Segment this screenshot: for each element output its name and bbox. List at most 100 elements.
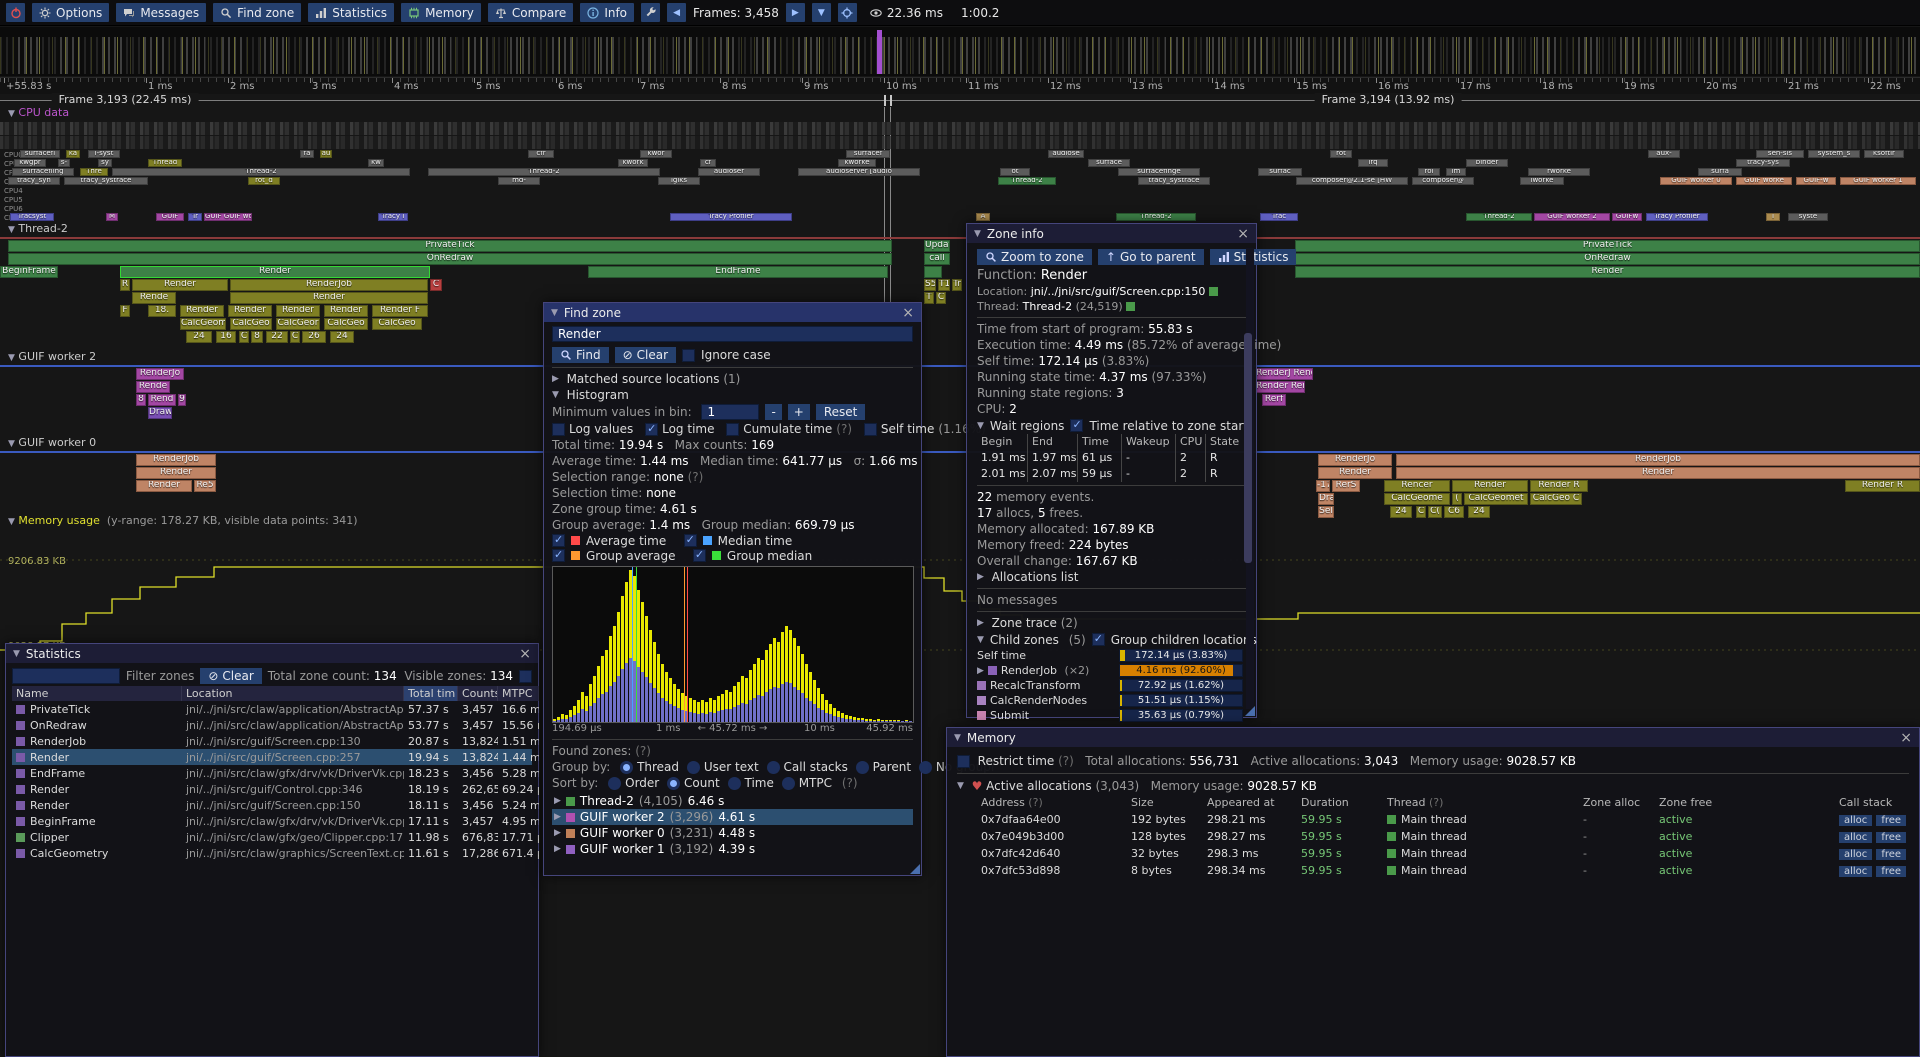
- timeline-zone[interactable]: RenderJob: [136, 454, 216, 466]
- timeline-zone[interactable]: lgiks: [658, 177, 700, 185]
- close-icon[interactable]: ×: [1900, 731, 1912, 745]
- timeline-zone[interactable]: system_s: [1808, 150, 1860, 158]
- memory-window-titlebar[interactable]: ▼ Memory ×: [947, 728, 1919, 747]
- statistics-row[interactable]: Renderjni/../jni/src/guif/Screen.cpp:150…: [12, 797, 532, 813]
- timeline-zone[interactable]: PrivateTick: [1295, 240, 1920, 252]
- timeline-zone[interactable]: C(: [1428, 506, 1442, 518]
- timeline-zone[interactable]: C: [430, 279, 442, 291]
- timeline-zone[interactable]: s-: [58, 159, 70, 167]
- timeline-zone[interactable]: R: [120, 279, 130, 291]
- timeline-zone[interactable]: GUIF GUIF wor: [204, 213, 252, 221]
- timeline-zone[interactable]: 9: [178, 394, 186, 406]
- child-zone-row[interactable]: ▶RenderJob (×2)4.16 ms (92.60%): [977, 663, 1246, 678]
- memory-usage-graph[interactable]: [0, 528, 1920, 660]
- timeline-zone[interactable]: surfa: [1698, 168, 1742, 176]
- timeline-zone[interactable]: Dra: [1318, 493, 1334, 505]
- find-zone-button[interactable]: Find zone: [213, 3, 301, 22]
- timeline-zone[interactable]: Rende: [132, 292, 176, 304]
- memory-column-header[interactable]: Duration: [1301, 796, 1387, 809]
- timeline-zone[interactable]: kworke: [838, 159, 876, 167]
- timeline-zone[interactable]: ka: [66, 150, 80, 158]
- bin-plus-button[interactable]: +: [788, 404, 810, 420]
- statistics-row[interactable]: OnRedrawjni/../jni/src/claw/application/…: [12, 717, 532, 733]
- statistics-column-header[interactable]: MTPC: [498, 686, 539, 701]
- histogram-tree[interactable]: ▼ Histogram: [552, 387, 913, 403]
- timeline-zone[interactable]: i-syst: [88, 150, 120, 158]
- clear-button[interactable]: ⊘Clear: [615, 347, 676, 363]
- timeline-zone[interactable]: kwork: [618, 159, 648, 167]
- timeline-zone[interactable]: composer@2.1-se [HW: [1296, 177, 1408, 185]
- resize-grip[interactable]: [910, 864, 920, 874]
- time-ruler[interactable]: +55.83 s1 ms2 ms3 ms4 ms5 ms6 ms7 ms8 ms…: [0, 77, 1920, 94]
- clear-filter-button[interactable]: ⊘Clear: [200, 668, 261, 684]
- found-zone-group[interactable]: ▶GUIF worker 0(3,231)4.48 s: [552, 825, 913, 841]
- timeline-zone[interactable]: 16: [216, 331, 236, 343]
- radio-user-text[interactable]: User text: [687, 760, 763, 774]
- timeline-zone[interactable]: RenderJ Rend: [1255, 368, 1313, 380]
- timeline-zone[interactable]: 22: [266, 331, 288, 343]
- timeline-zone[interactable]: kw: [368, 159, 384, 167]
- timeline-zone[interactable]: S5: [924, 279, 936, 291]
- timeline-zone[interactable]: Render: [324, 305, 368, 317]
- timeline-zone[interactable]: call: [924, 253, 950, 265]
- timeline-zone[interactable]: CalcGeo: [372, 318, 422, 330]
- timeline-zone[interactable]: 26: [302, 331, 326, 343]
- timeline-zone[interactable]: M: [106, 213, 118, 221]
- statistics-table-header[interactable]: NameLocationTotal timCountsMTPC: [12, 685, 532, 701]
- wait-column-header[interactable]: State: [1205, 434, 1241, 450]
- memory-column-header[interactable]: Address (?): [981, 796, 1131, 809]
- timeline-zone[interactable]: rworke: [1528, 168, 1590, 176]
- close-icon[interactable]: ×: [519, 647, 531, 661]
- timeline-zone[interactable]: Render F: [372, 305, 428, 317]
- timeline-zone[interactable]: surfacefl: [20, 150, 60, 158]
- timeline-zone[interactable]: C6: [1444, 506, 1464, 518]
- radio-order[interactable]: Order: [608, 776, 663, 790]
- timeline-zone[interactable]: iworke: [1520, 177, 1564, 185]
- timeline-zone[interactable]: sen-sis: [1756, 150, 1804, 158]
- radio-thread[interactable]: Thread: [620, 760, 683, 774]
- timeline-zone[interactable]: composer@: [1412, 177, 1474, 185]
- timeline-zone[interactable]: Render: [180, 305, 224, 317]
- statistics-row[interactable]: CalcGeometryjni/../jni/src/claw/graphics…: [12, 845, 532, 861]
- timeline-zone[interactable]: Render: [1452, 480, 1528, 492]
- group-average-checkbox[interactable]: [552, 549, 565, 562]
- memory-usage-header[interactable]: ▼ Memory usage (y-range: 178.27 KB, visi…: [8, 514, 358, 527]
- child-zones-tree[interactable]: ▼ Child zones (5) Group children locatio…: [977, 631, 1246, 648]
- found-zone-group[interactable]: ▶GUIF worker 1(3,192)4.39 s: [552, 841, 913, 857]
- statistics-column-header[interactable]: Location: [182, 686, 404, 701]
- timeline-zone[interactable]: cfr: [528, 150, 554, 158]
- timeline-zone[interactable]: Tr: [952, 279, 962, 291]
- frame-3193-label[interactable]: Frame 3,193 (22.45 ms): [52, 93, 199, 106]
- timeline-zone[interactable]: surfacef: [846, 150, 890, 158]
- median-time-checkbox[interactable]: [684, 534, 697, 547]
- timeline-zone[interactable]: syste: [1788, 213, 1828, 221]
- timeline-zone[interactable]: md-: [498, 177, 540, 185]
- timeline-zone[interactable]: CalcGeo: [230, 318, 272, 330]
- timeline-zone[interactable]: surface: [1088, 159, 1130, 167]
- timeline-zone[interactable]: tracy-sys: [1736, 159, 1790, 167]
- timeline-zone[interactable]: GUIF: [156, 213, 184, 221]
- timeline-zone[interactable]: GUIFw: [1612, 213, 1642, 221]
- memory-column-header[interactable]: Size: [1131, 796, 1207, 809]
- timeline-zone[interactable]: im: [1446, 168, 1466, 176]
- child-zone-row[interactable]: RecalcTransform72.92 µs (1.62%): [977, 678, 1246, 693]
- statistics-column-header[interactable]: Counts: [458, 686, 498, 701]
- timeline-zone[interactable]: aux-: [1648, 150, 1680, 158]
- timeline-zone[interactable]: C: [936, 292, 946, 304]
- timeline-zone[interactable]: Render: [136, 467, 216, 479]
- timeline-zone[interactable]: 18.: [148, 305, 176, 317]
- timeline-zone[interactable]: EndFrame: [588, 266, 888, 278]
- matched-source-locations-tree[interactable]: ▶ Matched source locations (1): [552, 371, 913, 387]
- timeline-zone[interactable]: C: [239, 331, 249, 343]
- goto-frame-button[interactable]: [838, 3, 857, 22]
- memory-table-header[interactable]: Address (?)SizeAppeared atDurationThread…: [957, 794, 1909, 811]
- timeline-zone[interactable]: 24: [1390, 506, 1412, 518]
- memory-column-header[interactable]: Appeared at: [1207, 796, 1301, 809]
- memory-button[interactable]: Memory: [401, 3, 481, 22]
- average-time-checkbox[interactable]: [552, 534, 565, 547]
- view-span-indicator[interactable]: 22.36 ms: [870, 6, 943, 20]
- timeline-zone[interactable]: Thread-2: [1466, 213, 1532, 221]
- timeline-zone[interactable]: CalcGeomet: [1464, 493, 1528, 505]
- frame-overview-strip[interactable]: [0, 27, 1920, 76]
- timeline-zone[interactable]: GUIF-w: [1796, 177, 1836, 185]
